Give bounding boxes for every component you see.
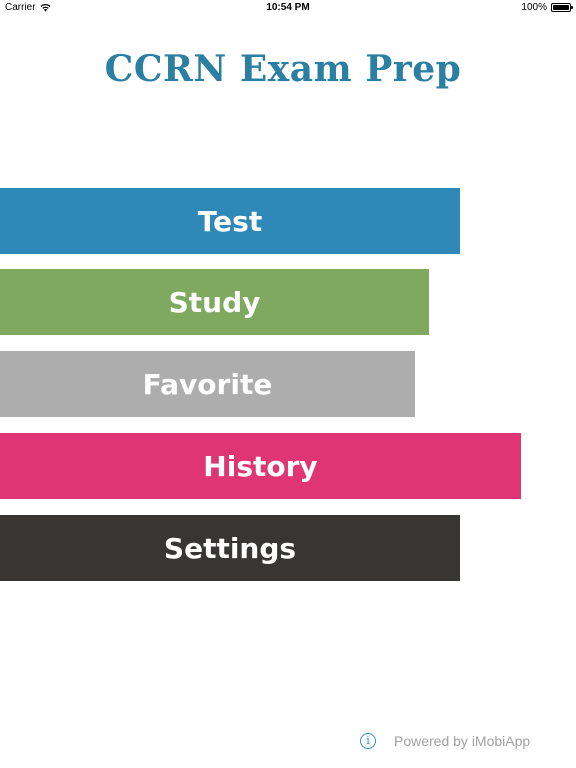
status-right: 100% (521, 2, 573, 13)
powered-by-label: Powered by iMobiApp (394, 733, 531, 749)
app-title: CCRN Exam Prep (104, 47, 462, 91)
study-button[interactable]: Study (0, 269, 429, 335)
favorite-button[interactable]: Favorite (0, 351, 415, 417)
footer: i Powered by iMobiApp (360, 730, 530, 752)
status-bar: Carrier 10:54 PM 100% (0, 0, 576, 16)
history-button[interactable]: History (0, 433, 521, 499)
battery-percent: 100% (521, 2, 547, 13)
test-button[interactable]: Test (0, 188, 460, 254)
battery-icon (551, 3, 573, 12)
status-time: 10:54 PM (266, 2, 310, 13)
info-icon[interactable]: i (360, 733, 376, 749)
settings-button[interactable]: Settings (0, 515, 460, 581)
